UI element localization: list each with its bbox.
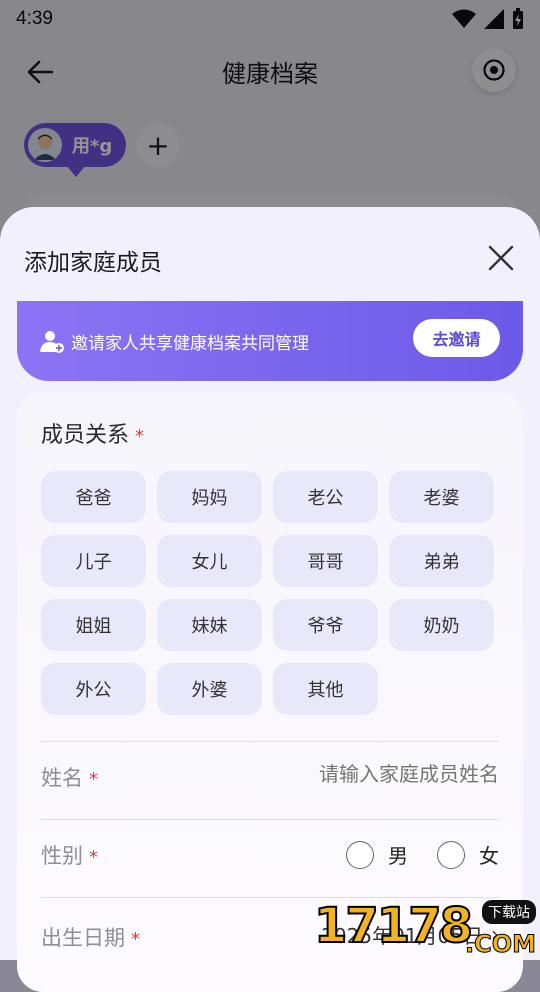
invite-banner: 邀请家人共享健康档案共同管理 去邀请: [17, 301, 523, 381]
name-label: 姓名 *: [41, 762, 98, 792]
watermark-logo: 17178 下载站 .COM: [313, 897, 540, 960]
watermark-suffix: .COM: [464, 930, 536, 959]
relation-options: 爸爸 妈妈 老公 老婆 儿子 女儿 哥哥 弟弟 姐姐 妹妹 爷爷 奶奶 外公 外…: [41, 471, 497, 715]
gender-female-label: 女: [479, 844, 499, 868]
gender-label: 性别 *: [41, 840, 98, 870]
dob-label: 出生日期 *: [41, 922, 140, 952]
relation-option-husband[interactable]: 老公: [273, 471, 378, 523]
relation-option-wife[interactable]: 老婆: [389, 471, 494, 523]
required-mark: *: [89, 847, 98, 868]
gender-label-text: 性别: [41, 844, 83, 868]
gender-option-male[interactable]: 男: [346, 840, 408, 869]
relation-option-older-sister[interactable]: 姐姐: [41, 599, 146, 651]
relation-option-daughter[interactable]: 女儿: [157, 535, 262, 587]
close-button[interactable]: [488, 245, 514, 271]
divider: [41, 741, 499, 742]
gender-male-label: 男: [388, 844, 408, 868]
watermark-number: 17178: [313, 897, 474, 955]
sheet-title: 添加家庭成员: [24, 250, 162, 276]
add-user-icon: [40, 331, 64, 353]
relation-option-son[interactable]: 儿子: [41, 535, 146, 587]
relation-option-paternal-grandfather[interactable]: 爷爷: [273, 599, 378, 651]
radio-circle[interactable]: [346, 840, 374, 869]
relation-option-younger-brother[interactable]: 弟弟: [389, 535, 494, 587]
close-icon: [488, 245, 514, 271]
name-label-text: 姓名: [41, 766, 83, 790]
required-mark: *: [89, 769, 98, 790]
relation-label-text: 成员关系: [41, 423, 130, 448]
dob-label-text: 出生日期: [41, 926, 125, 950]
relation-option-paternal-grandmother[interactable]: 奶奶: [389, 599, 494, 651]
required-mark: *: [135, 426, 145, 447]
relation-label: 成员关系 *: [41, 417, 144, 449]
divider: [41, 819, 499, 820]
relation-option-father[interactable]: 爸爸: [41, 471, 146, 523]
relation-option-other[interactable]: 其他: [273, 663, 378, 715]
relation-option-older-brother[interactable]: 哥哥: [273, 535, 378, 587]
required-mark: *: [131, 929, 140, 950]
relation-option-younger-sister[interactable]: 妹妹: [157, 599, 262, 651]
gender-option-female[interactable]: 女: [437, 840, 499, 869]
relation-option-maternal-grandmother[interactable]: 外婆: [157, 663, 262, 715]
radio-circle[interactable]: [437, 840, 465, 869]
add-member-sheet: 添加家庭成员 邀请家人共享健康档案共同管理 去邀请 成员关系 * 爸爸 妈妈 老公…: [0, 207, 540, 992]
relation-option-mother[interactable]: 妈妈: [157, 471, 262, 523]
relation-option-maternal-grandfather[interactable]: 外公: [41, 663, 146, 715]
name-input[interactable]: [239, 762, 499, 786]
invite-text: 邀请家人共享健康档案共同管理: [71, 333, 309, 354]
invite-button[interactable]: 去邀请: [413, 319, 500, 357]
watermark-badge: 下载站: [482, 900, 536, 924]
